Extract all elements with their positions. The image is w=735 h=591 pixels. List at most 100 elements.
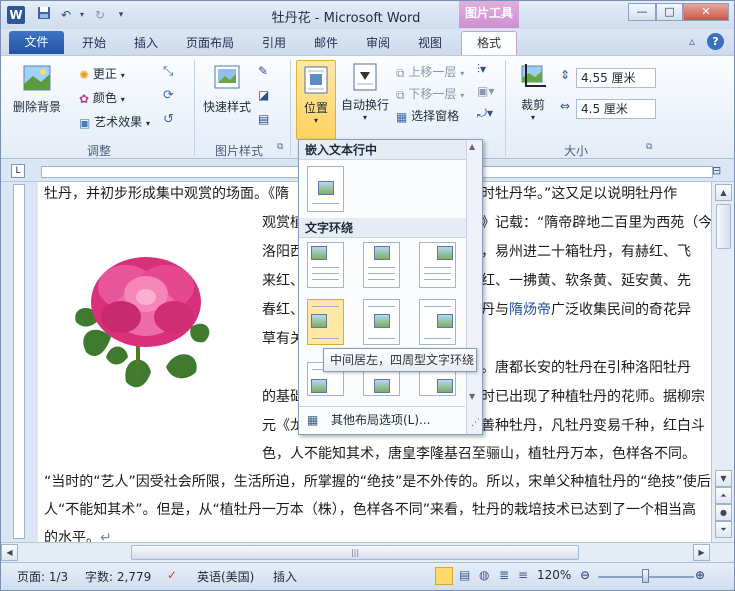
selection-pane-button[interactable]: ▦ 选择窗格 xyxy=(396,106,459,126)
position-inline[interactable] xyxy=(307,166,344,212)
customize-qat-icon[interactable]: ▾ xyxy=(112,6,130,24)
tab-insert[interactable]: 插入 xyxy=(125,32,167,54)
save-icon[interactable] xyxy=(35,6,53,24)
picture-styles-launcher-icon[interactable]: ⧉ xyxy=(277,142,283,152)
crop-label: 裁剪 xyxy=(520,98,545,112)
change-picture-icon[interactable]: ⟳ xyxy=(163,88,174,103)
text-line: 牡丹，并初步形成集中观赏的场面。《隋 xyxy=(44,186,289,202)
maximize-button[interactable]: □ xyxy=(656,3,683,21)
word-app-icon[interactable]: W xyxy=(7,6,25,24)
scroll-thumb[interactable] xyxy=(716,204,731,249)
dropdown-scrollbar[interactable]: ▲ ▼ ⋰ xyxy=(466,140,482,434)
language-indicator[interactable]: 英语(美国) xyxy=(197,568,254,585)
redo-icon[interactable]: ↻ xyxy=(91,6,109,24)
text-line: 》记载：“隋帝辟地二百里为西苑（今 xyxy=(481,215,711,231)
corrections-button[interactable]: ✺ 更正 ▾ xyxy=(79,64,125,84)
tab-view[interactable]: 视图 xyxy=(409,32,451,54)
bring-forward-button[interactable]: ⧉ 上移一层 ▾ xyxy=(396,62,464,82)
group-icon[interactable]: ▣▾ xyxy=(477,84,494,98)
position-top-center[interactable] xyxy=(363,242,400,288)
remove-background-icon xyxy=(23,65,51,91)
height-icon: ⇕ xyxy=(560,68,571,82)
status-bar: 页面: 1/3 字数: 2,779 ✓ 英语(美国) 插入 ▤ ◍ ≣ ≡ 12… xyxy=(1,562,734,590)
outline-view-icon[interactable]: ≣ xyxy=(499,568,509,582)
position-button[interactable]: 位置 ▾ xyxy=(296,60,336,140)
web-layout-view-icon[interactable]: ◍ xyxy=(479,568,489,582)
quick-styles-button[interactable]: 快速样式 xyxy=(199,62,255,132)
tab-review[interactable]: 审阅 xyxy=(357,32,399,54)
sun-icon: ✺ xyxy=(79,67,90,82)
position-middle-left[interactable] xyxy=(307,299,344,345)
print-layout-view-icon[interactable] xyxy=(435,567,453,585)
dropdown-scroll-down-icon[interactable]: ▼ xyxy=(469,392,475,401)
draft-view-icon[interactable]: ≡ xyxy=(518,568,528,582)
vertical-ruler[interactable] xyxy=(13,184,25,539)
send-backward-button[interactable]: ⧉ 下移一层 ▾ xyxy=(396,84,464,104)
peony-picture[interactable] xyxy=(66,232,226,402)
undo-dropdown-icon[interactable]: ▾ xyxy=(73,6,91,24)
position-label: 位置 xyxy=(303,101,328,115)
picture-border-icon[interactable]: ✎ xyxy=(258,64,268,78)
dropdown-scroll-up-icon[interactable]: ▲ xyxy=(469,142,475,151)
horizontal-scroll-thumb[interactable]: ||| xyxy=(131,545,579,560)
picture-effects-icon[interactable]: ◪ xyxy=(258,88,269,102)
crop-button[interactable]: 裁剪 ▾ xyxy=(511,62,555,132)
align-icon[interactable]: ⫶▾ xyxy=(477,62,486,77)
tab-home[interactable]: 开始 xyxy=(73,32,115,54)
rotate-icon[interactable]: ⤾▾ xyxy=(477,106,493,121)
tab-selector-icon[interactable]: L xyxy=(11,164,25,178)
minimize-button[interactable]: — xyxy=(628,3,656,21)
page-indicator[interactable]: 页面: 1/3 xyxy=(17,568,68,585)
color-button[interactable]: ✿ 颜色 ▾ xyxy=(79,88,125,108)
compress-pictures-icon[interactable]: ⤡ xyxy=(163,64,173,79)
remove-background-button[interactable]: 删除背景 xyxy=(9,62,65,132)
position-middle-right[interactable] xyxy=(419,299,456,345)
tab-file[interactable]: 文件 xyxy=(9,31,64,54)
next-page-icon[interactable]: ⏷ xyxy=(715,521,732,538)
position-top-right[interactable] xyxy=(419,242,456,288)
crop-icon xyxy=(521,64,546,87)
tab-page-layout[interactable]: 页面布局 xyxy=(177,32,243,54)
size-launcher-icon[interactable]: ⧉ xyxy=(646,142,652,152)
tab-references[interactable]: 引用 xyxy=(253,32,295,54)
browse-object-icon[interactable]: ● xyxy=(715,504,732,521)
tab-mailings[interactable]: 邮件 xyxy=(305,32,347,54)
previous-page-icon[interactable]: ⏶ xyxy=(715,487,732,504)
scroll-left-icon[interactable]: ◀ xyxy=(1,544,18,561)
insert-mode-indicator[interactable]: 插入 xyxy=(273,568,297,585)
tab-format[interactable]: 格式 xyxy=(461,31,517,55)
zoom-slider-thumb[interactable] xyxy=(642,569,649,583)
horizontal-scrollbar[interactable]: ◀ ||| ▶ xyxy=(1,542,734,562)
vertical-scrollbar[interactable]: ▲ ▼ ⏶ ● ⏷ xyxy=(711,182,734,542)
position-top-left[interactable] xyxy=(307,242,344,288)
height-input[interactable]: 4.55 厘米 xyxy=(576,68,656,88)
text-line: “当时的“艺人”因受社会所限，生活所迫，所掌握的“绝技”是不外传的。所以，宋单父… xyxy=(44,474,711,490)
word-count[interactable]: 字数: 2,779 xyxy=(85,568,151,585)
position-middle-center[interactable] xyxy=(363,299,400,345)
dropdown-resize-grip-icon[interactable]: ⋰ xyxy=(471,418,480,428)
more-layout-options-item[interactable]: ▦ 其他布局选项(L)... xyxy=(299,406,465,434)
scroll-right-icon[interactable]: ▶ xyxy=(693,544,710,561)
zoom-level[interactable]: 120% xyxy=(537,568,571,582)
text-line: 人“不能知其术”。但是，从“植牡丹一万本（株），色样各不同”来看，牡丹的栽培技术… xyxy=(44,502,697,518)
view-ruler-icon[interactable]: ⊟ xyxy=(712,164,721,177)
picture-layout-icon[interactable]: ▤ xyxy=(258,112,269,126)
close-button[interactable]: ✕ xyxy=(683,3,729,21)
help-icon[interactable]: ? xyxy=(707,33,724,50)
zoom-in-icon[interactable]: ⊕ xyxy=(695,568,705,582)
position-dropdown: 嵌入文本行中 文字环绕 ▦ 其他布局选项(L)... ▲ ▼ ⋰ xyxy=(298,139,483,435)
text-line: 时已出现了种植牡丹的花师。据柳宗 xyxy=(481,389,705,405)
artistic-effects-button[interactable]: ▣ 艺术效果 ▾ xyxy=(79,112,150,132)
scroll-up-icon[interactable]: ▲ xyxy=(715,184,732,201)
reset-picture-icon[interactable]: ↺ xyxy=(163,112,174,127)
scroll-down-icon[interactable]: ▼ xyxy=(715,470,732,487)
collapse-ribbon-icon[interactable]: ▵ xyxy=(689,34,695,48)
full-screen-view-icon[interactable]: ▤ xyxy=(459,568,470,582)
width-input[interactable]: 4.5 厘米 xyxy=(576,99,656,119)
picture-tools-context-label: 图片工具 xyxy=(459,1,519,28)
zoom-out-icon[interactable]: ⊖ xyxy=(580,568,590,582)
wrap-header: 文字环绕 xyxy=(299,218,467,238)
wrap-text-button[interactable]: 自动换行 ▾ xyxy=(339,62,391,132)
proofing-icon[interactable]: ✓ xyxy=(167,568,177,582)
paragraph-mark: ↵ xyxy=(100,530,112,542)
